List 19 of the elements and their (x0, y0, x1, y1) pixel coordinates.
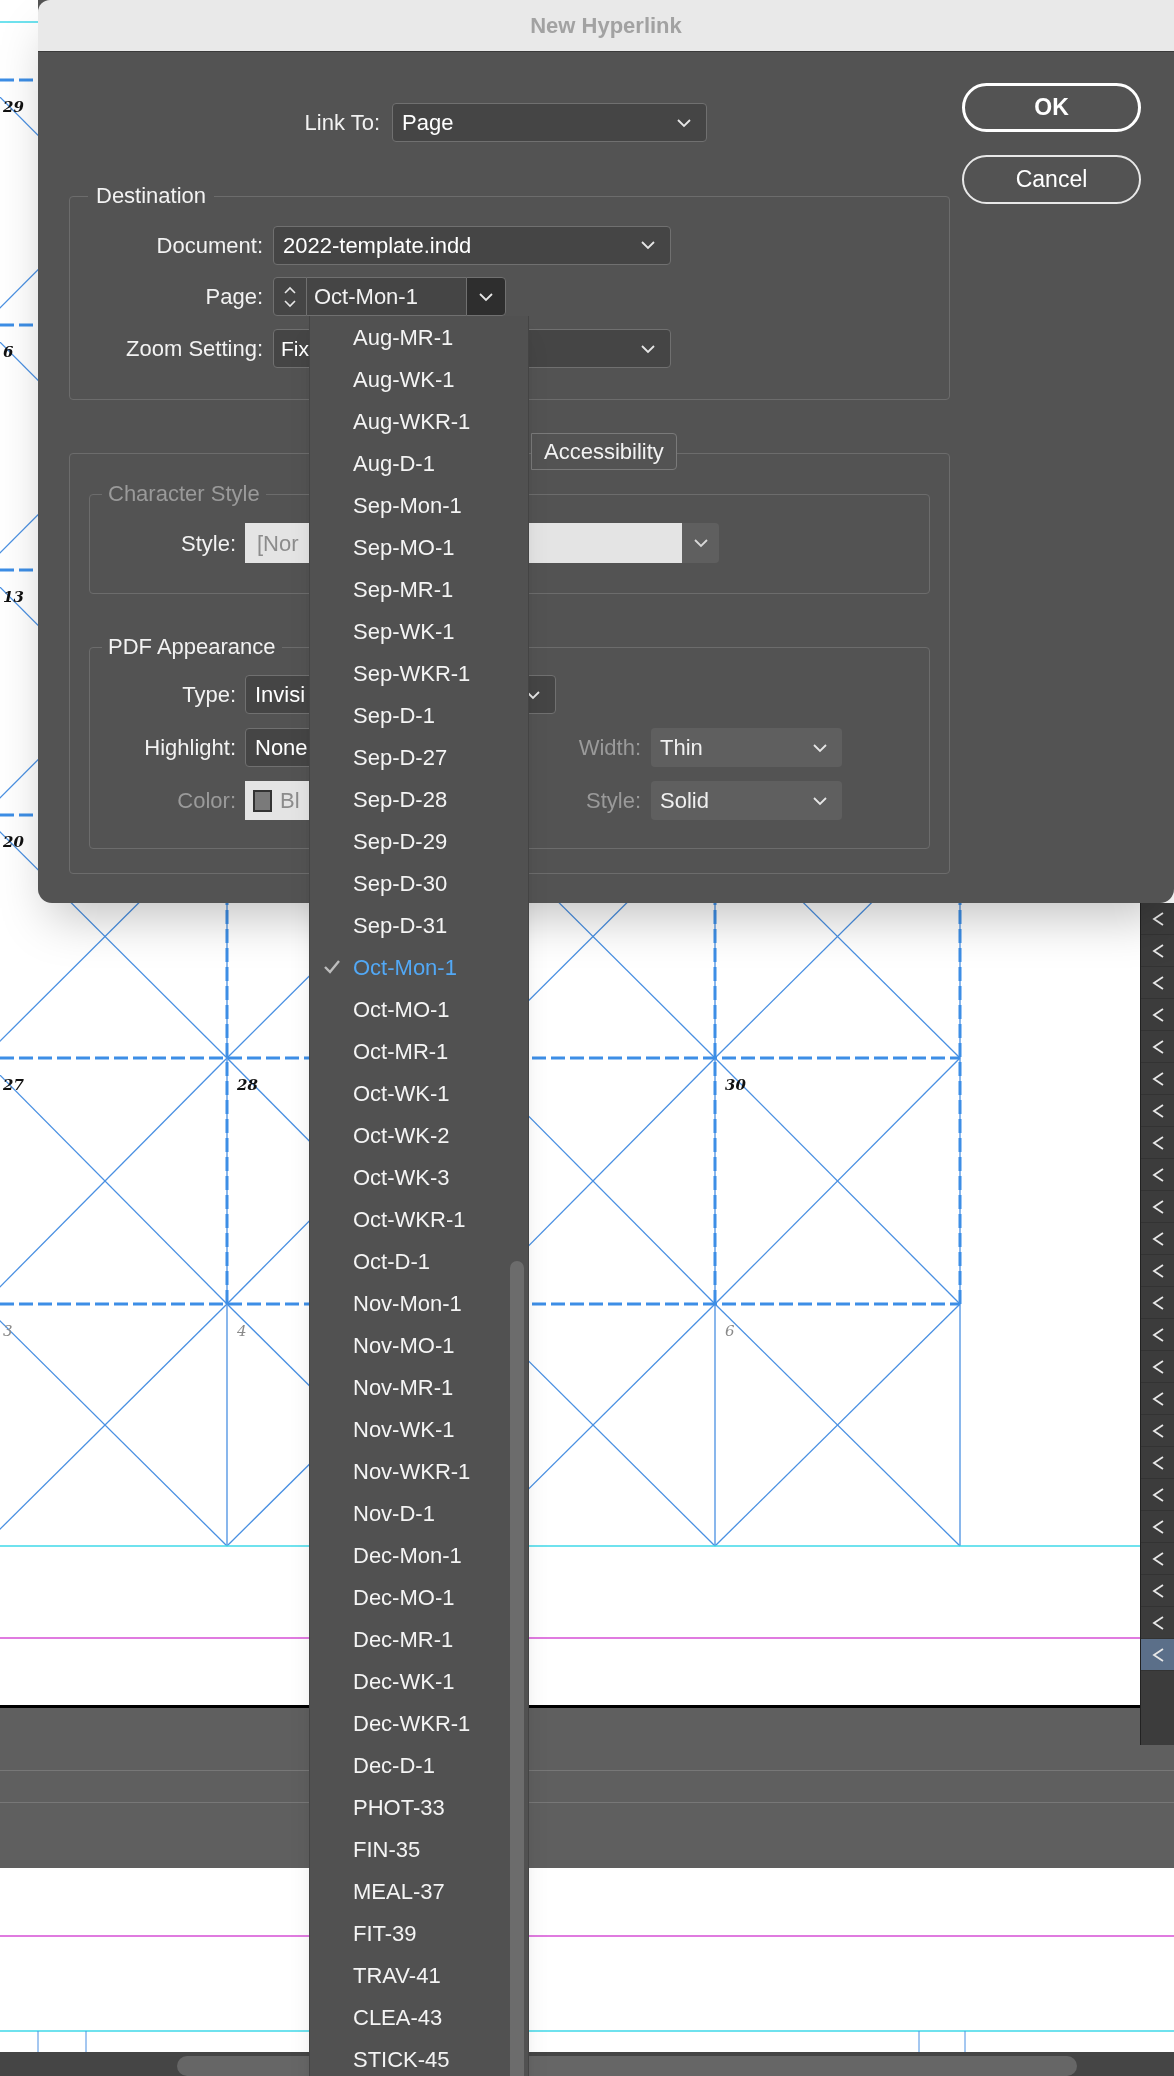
group-title: PDF Appearance (107, 634, 277, 660)
date-number: 30 (725, 1076, 746, 1094)
field-label: Zoom Setting: (125, 335, 264, 363)
field-label: Style: (584, 787, 642, 815)
field-label: Highlight: (143, 734, 237, 762)
field-label: Width: (577, 734, 642, 762)
group-title: Destination (95, 183, 208, 209)
date-number: 28 (237, 1076, 258, 1094)
field-label: Link To: (303, 109, 381, 137)
field-label: Color: (176, 787, 237, 815)
field-label: Type: (181, 681, 237, 709)
field-label: Document: (155, 231, 264, 260)
window-title: New Hyperlink (530, 12, 682, 40)
date-number: 3 (3, 1322, 13, 1340)
date-number: 4 (237, 1322, 247, 1340)
field-label: Page: (204, 283, 264, 311)
field-label: Style: (179, 529, 237, 558)
date-number: 6 (725, 1322, 735, 1340)
group-title: Character Style (107, 481, 261, 507)
